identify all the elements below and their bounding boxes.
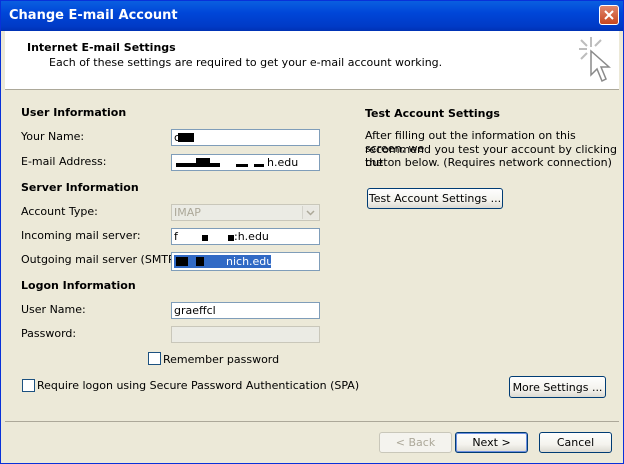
user-name-label: User Name: — [21, 303, 86, 316]
server-information-heading: Server Information — [21, 181, 139, 194]
email-field[interactable]: h.edu — [171, 154, 320, 171]
back-button[interactable]: < Back — [379, 432, 452, 453]
account-type-value: IMAP — [174, 206, 201, 219]
password-field[interactable] — [171, 326, 320, 343]
user-name-field[interactable]: graeffcl — [171, 302, 320, 319]
header-title: Internet E-mail Settings — [27, 41, 176, 54]
redaction — [178, 133, 194, 142]
password-label: Password: — [21, 327, 77, 340]
footer-divider — [5, 421, 619, 422]
close-icon — [604, 10, 614, 20]
test-description-line3: button below. (Requires network connecti… — [365, 156, 612, 169]
redaction — [254, 164, 264, 167]
redaction — [196, 257, 204, 266]
incoming-server-value-end: :h.edu — [234, 230, 269, 243]
user-information-heading: User Information — [21, 106, 127, 119]
test-account-settings-button[interactable]: Test Account Settings ... — [367, 188, 503, 209]
incoming-server-value-start: f — [174, 230, 178, 243]
redaction — [236, 164, 248, 167]
incoming-server-field[interactable]: f :h.edu — [171, 228, 320, 245]
email-label: E-mail Address: — [21, 155, 107, 168]
header-subtitle: Each of these settings are required to g… — [49, 56, 443, 69]
next-button[interactable]: Next > — [455, 432, 528, 453]
spa-checkbox[interactable] — [22, 379, 35, 392]
outgoing-server-field[interactable]: nich.edu — [171, 252, 320, 271]
email-value: h.edu — [267, 156, 299, 169]
dropdown-button — [302, 206, 318, 219]
account-type-select: IMAP — [171, 204, 320, 221]
redaction — [176, 257, 188, 266]
dialog-window: Change E-mail Account Internet E-mail Se… — [0, 0, 624, 464]
header-panel: Internet E-mail Settings Each of these s… — [5, 31, 619, 90]
chevron-down-icon — [306, 210, 315, 216]
your-name-label: Your Name: — [21, 130, 85, 143]
redaction — [176, 163, 196, 167]
remember-password-checkbox[interactable] — [148, 352, 161, 365]
your-name-field[interactable]: c — [171, 129, 320, 146]
cancel-button[interactable]: Cancel — [539, 432, 612, 453]
title-bar[interactable]: Change E-mail Account — [1, 1, 623, 31]
remember-password-label: Remember password — [163, 353, 280, 366]
sparkle-cursor-icon — [579, 37, 611, 83]
redaction — [210, 163, 220, 167]
incoming-server-label: Incoming mail server: — [21, 229, 141, 242]
spa-label: Require logon using Secure Password Auth… — [37, 379, 360, 392]
redaction — [196, 158, 210, 167]
outgoing-server-value: nich.edu — [226, 255, 274, 268]
close-button[interactable] — [599, 5, 619, 25]
user-name-value: graeffcl — [174, 304, 216, 317]
redaction — [202, 235, 208, 241]
logon-information-heading: Logon Information — [21, 279, 136, 292]
test-account-heading: Test Account Settings — [365, 107, 500, 120]
account-type-label: Account Type: — [21, 205, 98, 218]
content-area: User Information Your Name: c E-mail Add… — [5, 90, 619, 420]
more-settings-button[interactable]: More Settings ... — [509, 376, 606, 398]
outgoing-server-label: Outgoing mail server (SMTP): — [21, 253, 183, 266]
window-title: Change E-mail Account — [9, 8, 178, 23]
